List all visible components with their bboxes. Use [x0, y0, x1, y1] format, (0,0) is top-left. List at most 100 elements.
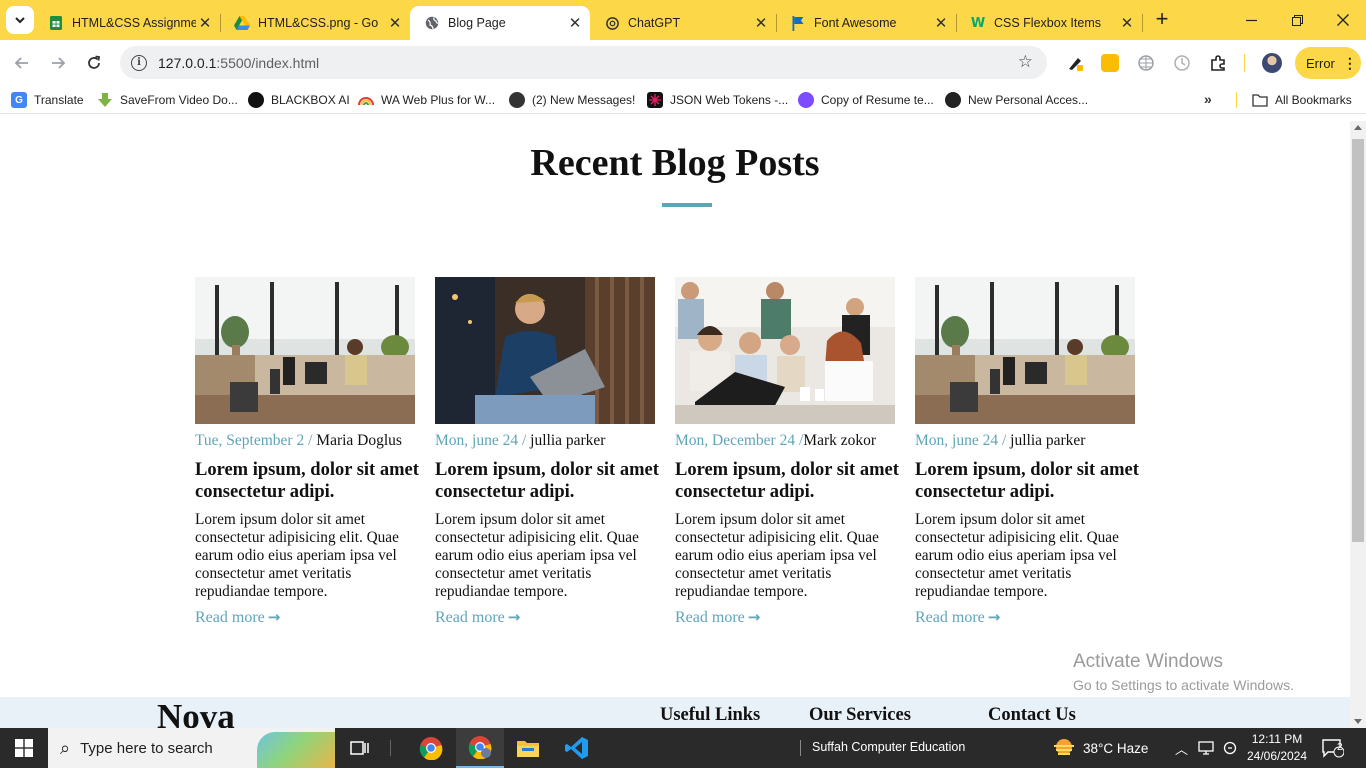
close-tab-icon[interactable]: ✕	[196, 14, 214, 32]
tab-html-css-png[interactable]: HTML&CSS.png - Go ✕	[220, 6, 410, 40]
canva-icon	[798, 92, 814, 108]
haze-sun-icon	[1054, 739, 1074, 755]
back-button[interactable]	[8, 49, 36, 77]
post-date: Mon, june 24	[435, 432, 519, 449]
activate-windows-watermark: Activate Windows Go to Settings to activ…	[1073, 651, 1294, 693]
read-more-link[interactable]: Read more →	[195, 608, 280, 627]
volume-icon[interactable]	[1223, 741, 1237, 755]
taskbar-window-title[interactable]: Suffah Computer Education	[812, 740, 965, 754]
taskbar-chrome[interactable]	[407, 728, 455, 768]
tab-css-flexbox-items[interactable]: W CSS Flexbox Items ✕	[956, 6, 1142, 40]
tab-search-button[interactable]	[6, 6, 34, 34]
tab-blog-page[interactable]: Blog Page ✕	[410, 6, 590, 40]
jwt-icon	[647, 92, 663, 108]
footer-our-services-heading: Our Services	[809, 705, 911, 725]
clock[interactable]: 12:11 PM 24/06/2024	[1247, 728, 1307, 768]
blog-image-man-laptop	[435, 277, 655, 424]
notification-center-button[interactable]: 2	[1322, 728, 1344, 768]
close-tab-icon[interactable]: ✕	[566, 14, 584, 32]
post-meta: Mon, june 24 / jullia parker	[915, 432, 1145, 450]
tab-font-awesome[interactable]: Font Awesome ✕	[776, 6, 956, 40]
tab-title: HTML&CSS.png - Go	[258, 16, 379, 30]
read-more-label: Read more	[915, 609, 985, 626]
google-sheets-icon	[48, 15, 64, 31]
title-underline	[662, 203, 712, 207]
tab-html-css-assignment[interactable]: HTML&CSS Assignme ✕	[34, 6, 220, 40]
forward-button[interactable]	[44, 49, 72, 77]
rainbow-icon	[358, 92, 374, 108]
bookmark-translate[interactable]: G Translate	[11, 91, 84, 109]
minimize-button[interactable]	[1228, 0, 1274, 40]
post-meta: Mon, june 24 / jullia parker	[435, 432, 665, 450]
tab-title: Blog Page	[448, 16, 506, 30]
google-translate-icon: G	[11, 92, 27, 108]
post-excerpt: Lorem ipsum dolor sit amet consectetur a…	[195, 511, 399, 600]
profile-error-button[interactable]: Error ⋮	[1295, 47, 1361, 79]
taskbar-file-explorer[interactable]	[504, 728, 552, 768]
site-info-icon[interactable]: i	[131, 54, 147, 71]
close-window-button[interactable]	[1320, 0, 1366, 40]
taskbar-vscode[interactable]	[553, 728, 601, 768]
task-view-icon	[350, 741, 369, 755]
tab-chatgpt[interactable]: ChatGPT ✕	[590, 6, 776, 40]
page-scrollbar[interactable]	[1350, 121, 1366, 728]
address-bar[interactable]: i 127.0.0.1:5500/index.html ☆	[120, 46, 1047, 79]
close-tab-icon[interactable]: ✕	[1118, 14, 1136, 32]
read-more-link[interactable]: Read more →	[915, 608, 1000, 627]
system-tray-icons: ︿	[1175, 728, 1237, 768]
kebab-menu-icon[interactable]: ⋮	[1343, 55, 1357, 72]
blog-card: Mon, December 24 /Mark zokor Lorem ipsum…	[675, 277, 905, 627]
site-footer: Nova Useful Links Our Services Contact U…	[0, 697, 1350, 728]
bookmark-resume[interactable]: Copy of Resume te...	[798, 91, 934, 109]
messages-icon	[509, 92, 525, 108]
read-more-link[interactable]: Read more →	[435, 608, 520, 627]
task-view-button[interactable]	[336, 728, 384, 768]
close-tab-icon[interactable]: ✕	[752, 14, 770, 32]
restore-button[interactable]	[1274, 0, 1320, 40]
scrollbar-thumb[interactable]	[1352, 139, 1364, 542]
bookmark-label: (2) New Messages!	[532, 93, 636, 107]
bookmark-star-icon[interactable]: ☆	[1018, 52, 1033, 72]
bookmark-jwt[interactable]: JSON Web Tokens -...	[647, 91, 788, 109]
profile-avatar[interactable]	[1262, 53, 1282, 73]
taskbar-chrome-active[interactable]	[456, 728, 504, 768]
taskbar-search-box[interactable]: ⌕ Type here to search	[48, 728, 335, 768]
tab-title: ChatGPT	[628, 16, 681, 30]
tab-title: HTML&CSS Assignme	[72, 16, 196, 30]
all-bookmarks-button[interactable]: All Bookmarks	[1252, 91, 1352, 109]
blog-image-office	[195, 277, 415, 424]
bookmark-github-token[interactable]: New Personal Acces...	[945, 91, 1088, 109]
bookmark-wa-web-plus[interactable]: WA Web Plus for W...	[358, 91, 495, 109]
read-more-link[interactable]: Read more →	[675, 608, 760, 627]
extensions-puzzle-icon[interactable]	[1209, 54, 1227, 72]
network-icon[interactable]	[1198, 741, 1214, 755]
bookmark-label: Copy of Resume te...	[821, 93, 934, 107]
search-icon: ⌕	[60, 737, 71, 758]
post-author: jullia parker	[530, 432, 606, 449]
github-icon	[945, 92, 961, 108]
bookmark-new-messages[interactable]: (2) New Messages!	[509, 91, 635, 109]
extension-pen-icon[interactable]	[1066, 54, 1084, 72]
folder-icon	[1252, 92, 1268, 108]
reload-button[interactable]	[80, 49, 108, 77]
post-heading: Lorem ipsum, dolor sit amet consectetur …	[675, 460, 899, 502]
scroll-down-arrow-icon[interactable]	[1354, 719, 1362, 724]
extension-clock-icon[interactable]	[1173, 54, 1191, 72]
close-tab-icon[interactable]: ✕	[386, 14, 404, 32]
extension-globe-icon[interactable]	[1137, 54, 1155, 72]
footer-contact-us-heading: Contact Us	[988, 705, 1076, 725]
extension-keep-icon[interactable]	[1101, 54, 1119, 72]
new-tab-button[interactable]: +	[1150, 8, 1174, 32]
bookmark-label: New Personal Acces...	[968, 93, 1089, 107]
chevron-up-icon[interactable]: ︿	[1175, 739, 1188, 758]
post-author: Mark zokor	[803, 432, 877, 449]
weather-widget[interactable]: 38°C Haze	[1052, 728, 1148, 768]
more-bookmarks-chevron-icon[interactable]: »	[1204, 91, 1212, 107]
close-tab-icon[interactable]: ✕	[932, 14, 950, 32]
bookmark-savefrom[interactable]: SaveFrom Video Do...	[97, 91, 238, 109]
post-meta-separator: /	[518, 432, 531, 449]
scroll-up-arrow-icon[interactable]	[1354, 125, 1362, 130]
bookmark-label: SaveFrom Video Do...	[120, 93, 238, 107]
start-button[interactable]	[0, 728, 48, 768]
bookmark-blackbox[interactable]: BLACKBOX AI	[248, 91, 350, 109]
